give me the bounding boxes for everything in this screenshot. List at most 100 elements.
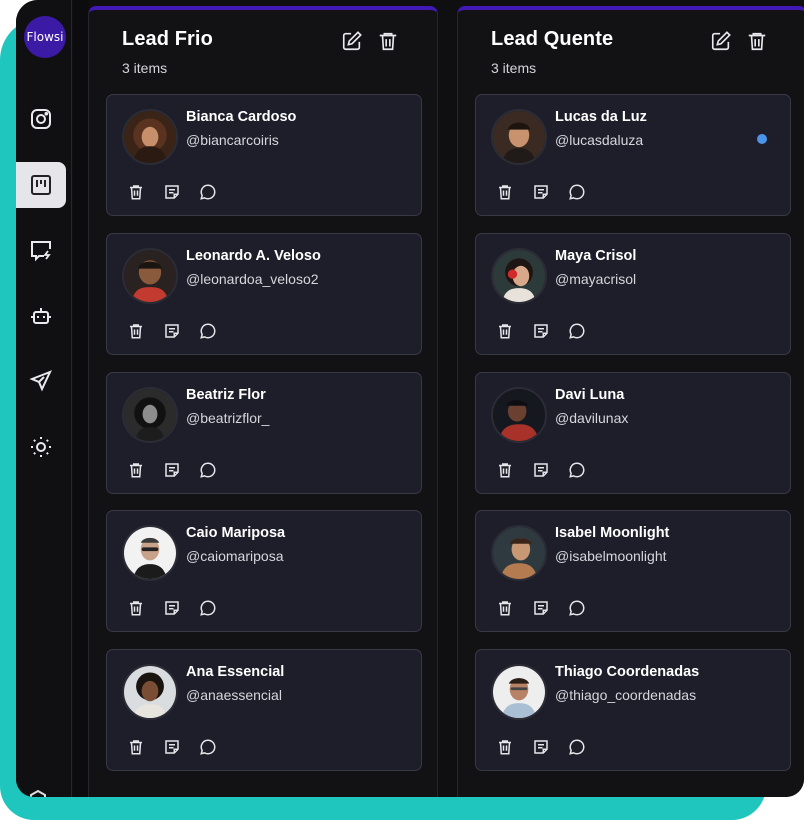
edit-column-button[interactable] [341, 30, 365, 54]
column-actions [710, 30, 770, 54]
chat-button[interactable] [197, 736, 219, 758]
sidebar-item-instagram[interactable] [16, 96, 66, 142]
note-icon [534, 601, 548, 615]
avatar [491, 664, 547, 720]
delete-lead-button[interactable] [125, 736, 147, 758]
lead-handle: @caiomariposa [186, 548, 284, 564]
trash-icon [379, 32, 397, 51]
chat-button[interactable] [197, 181, 219, 203]
kanban-column-lead-quente: Lead Quente 3 items Lucas da Luz @lucasd… [457, 6, 804, 797]
note-icon [165, 740, 179, 754]
edit-icon [342, 31, 362, 51]
lead-card[interactable]: Maya Crisol @mayacrisol [475, 233, 791, 355]
delete-lead-button[interactable] [125, 181, 147, 203]
chat-button[interactable] [566, 459, 588, 481]
avatar [122, 109, 178, 165]
lead-handle: @mayacrisol [555, 271, 637, 287]
column-actions [341, 30, 401, 54]
note-button[interactable] [530, 181, 552, 203]
sidebar-gutter [73, 0, 89, 797]
lead-handle: @thiago_coordenadas [555, 687, 697, 703]
chat-icon [200, 323, 216, 339]
edit-icon [711, 31, 731, 51]
avatar [122, 248, 178, 304]
chat-icon [200, 184, 216, 200]
lead-card[interactable]: Thiago Coordenadas @thiago_coordenadas [475, 649, 791, 771]
delete-lead-button[interactable] [494, 320, 516, 342]
sidebar: Flowsi [16, 0, 72, 797]
lead-name: Bianca Cardoso [186, 109, 297, 125]
note-icon [534, 324, 548, 338]
delete-column-button[interactable] [746, 30, 770, 54]
note-button[interactable] [161, 597, 183, 619]
column-count: 3 items [491, 60, 537, 76]
card-actions [494, 597, 588, 619]
note-button[interactable] [530, 736, 552, 758]
chat-button[interactable] [566, 181, 588, 203]
column-title: Lead Quente [491, 28, 614, 50]
chat-icon [200, 739, 216, 755]
trash-icon [499, 740, 511, 755]
lead-name: Beatriz Flor [186, 387, 266, 403]
chat-icon [200, 462, 216, 478]
note-button[interactable] [530, 597, 552, 619]
note-icon [534, 463, 548, 477]
delete-lead-button[interactable] [494, 459, 516, 481]
trash-icon [499, 185, 511, 200]
delete-lead-button[interactable] [125, 320, 147, 342]
lead-card[interactable]: Leonardo A. Veloso @leonardoa_veloso2 [106, 233, 422, 355]
sidebar-item-kanban[interactable] [16, 162, 66, 208]
chat-button[interactable] [197, 597, 219, 619]
delete-column-button[interactable] [377, 30, 401, 54]
sidebar-item-send[interactable] [16, 358, 66, 404]
lead-name: Thiago Coordenadas [555, 664, 700, 680]
delete-lead-button[interactable] [494, 597, 516, 619]
note-button[interactable] [530, 320, 552, 342]
lead-card[interactable]: Caio Mariposa @caiomariposa [106, 510, 422, 632]
card-actions [125, 597, 219, 619]
chat-button[interactable] [197, 320, 219, 342]
chat-button[interactable] [566, 597, 588, 619]
chat-button[interactable] [566, 320, 588, 342]
lead-name: Davi Luna [555, 387, 625, 403]
avatar [491, 387, 547, 443]
note-button[interactable] [161, 736, 183, 758]
lead-card[interactable]: Lucas da Luz @lucasdaluza [475, 94, 791, 216]
trash-icon [499, 324, 511, 339]
delete-lead-button[interactable] [125, 597, 147, 619]
instagram-icon [31, 109, 51, 129]
app-logo[interactable]: Flowsi [24, 16, 66, 58]
chat-button[interactable] [566, 736, 588, 758]
note-button[interactable] [161, 459, 183, 481]
sidebar-item-quick-messages[interactable] [16, 227, 66, 273]
lead-card[interactable]: Beatriz Flor @beatrizflor_ [106, 372, 422, 494]
edit-column-button[interactable] [710, 30, 734, 54]
delete-lead-button[interactable] [494, 736, 516, 758]
card-actions [125, 459, 219, 481]
note-button[interactable] [161, 181, 183, 203]
lead-card[interactable]: Ana Essencial @anaessencial [106, 649, 422, 771]
kanban-board-icon [31, 175, 51, 195]
lead-card[interactable]: Davi Luna @davilunax [475, 372, 791, 494]
avatar [491, 109, 547, 165]
lead-card[interactable]: Isabel Moonlight @isabelmoonlight [475, 510, 791, 632]
note-button[interactable] [161, 320, 183, 342]
lead-card[interactable]: Bianca Cardoso @biancarcoiris [106, 94, 422, 216]
sidebar-item-theme[interactable] [16, 424, 66, 470]
card-actions [494, 459, 588, 481]
note-icon [165, 601, 179, 615]
note-icon [534, 740, 548, 754]
trash-icon [499, 601, 511, 616]
note-icon [534, 185, 548, 199]
chat-icon [569, 600, 585, 616]
delete-lead-button[interactable] [125, 459, 147, 481]
sidebar-item-bot[interactable] [16, 293, 66, 339]
chat-button[interactable] [197, 459, 219, 481]
note-icon [165, 324, 179, 338]
trash-icon [130, 324, 142, 339]
lead-handle: @isabelmoonlight [555, 548, 667, 564]
lead-handle: @beatrizflor_ [186, 410, 270, 426]
note-button[interactable] [530, 459, 552, 481]
shield-icon[interactable] [28, 789, 48, 797]
delete-lead-button[interactable] [494, 181, 516, 203]
